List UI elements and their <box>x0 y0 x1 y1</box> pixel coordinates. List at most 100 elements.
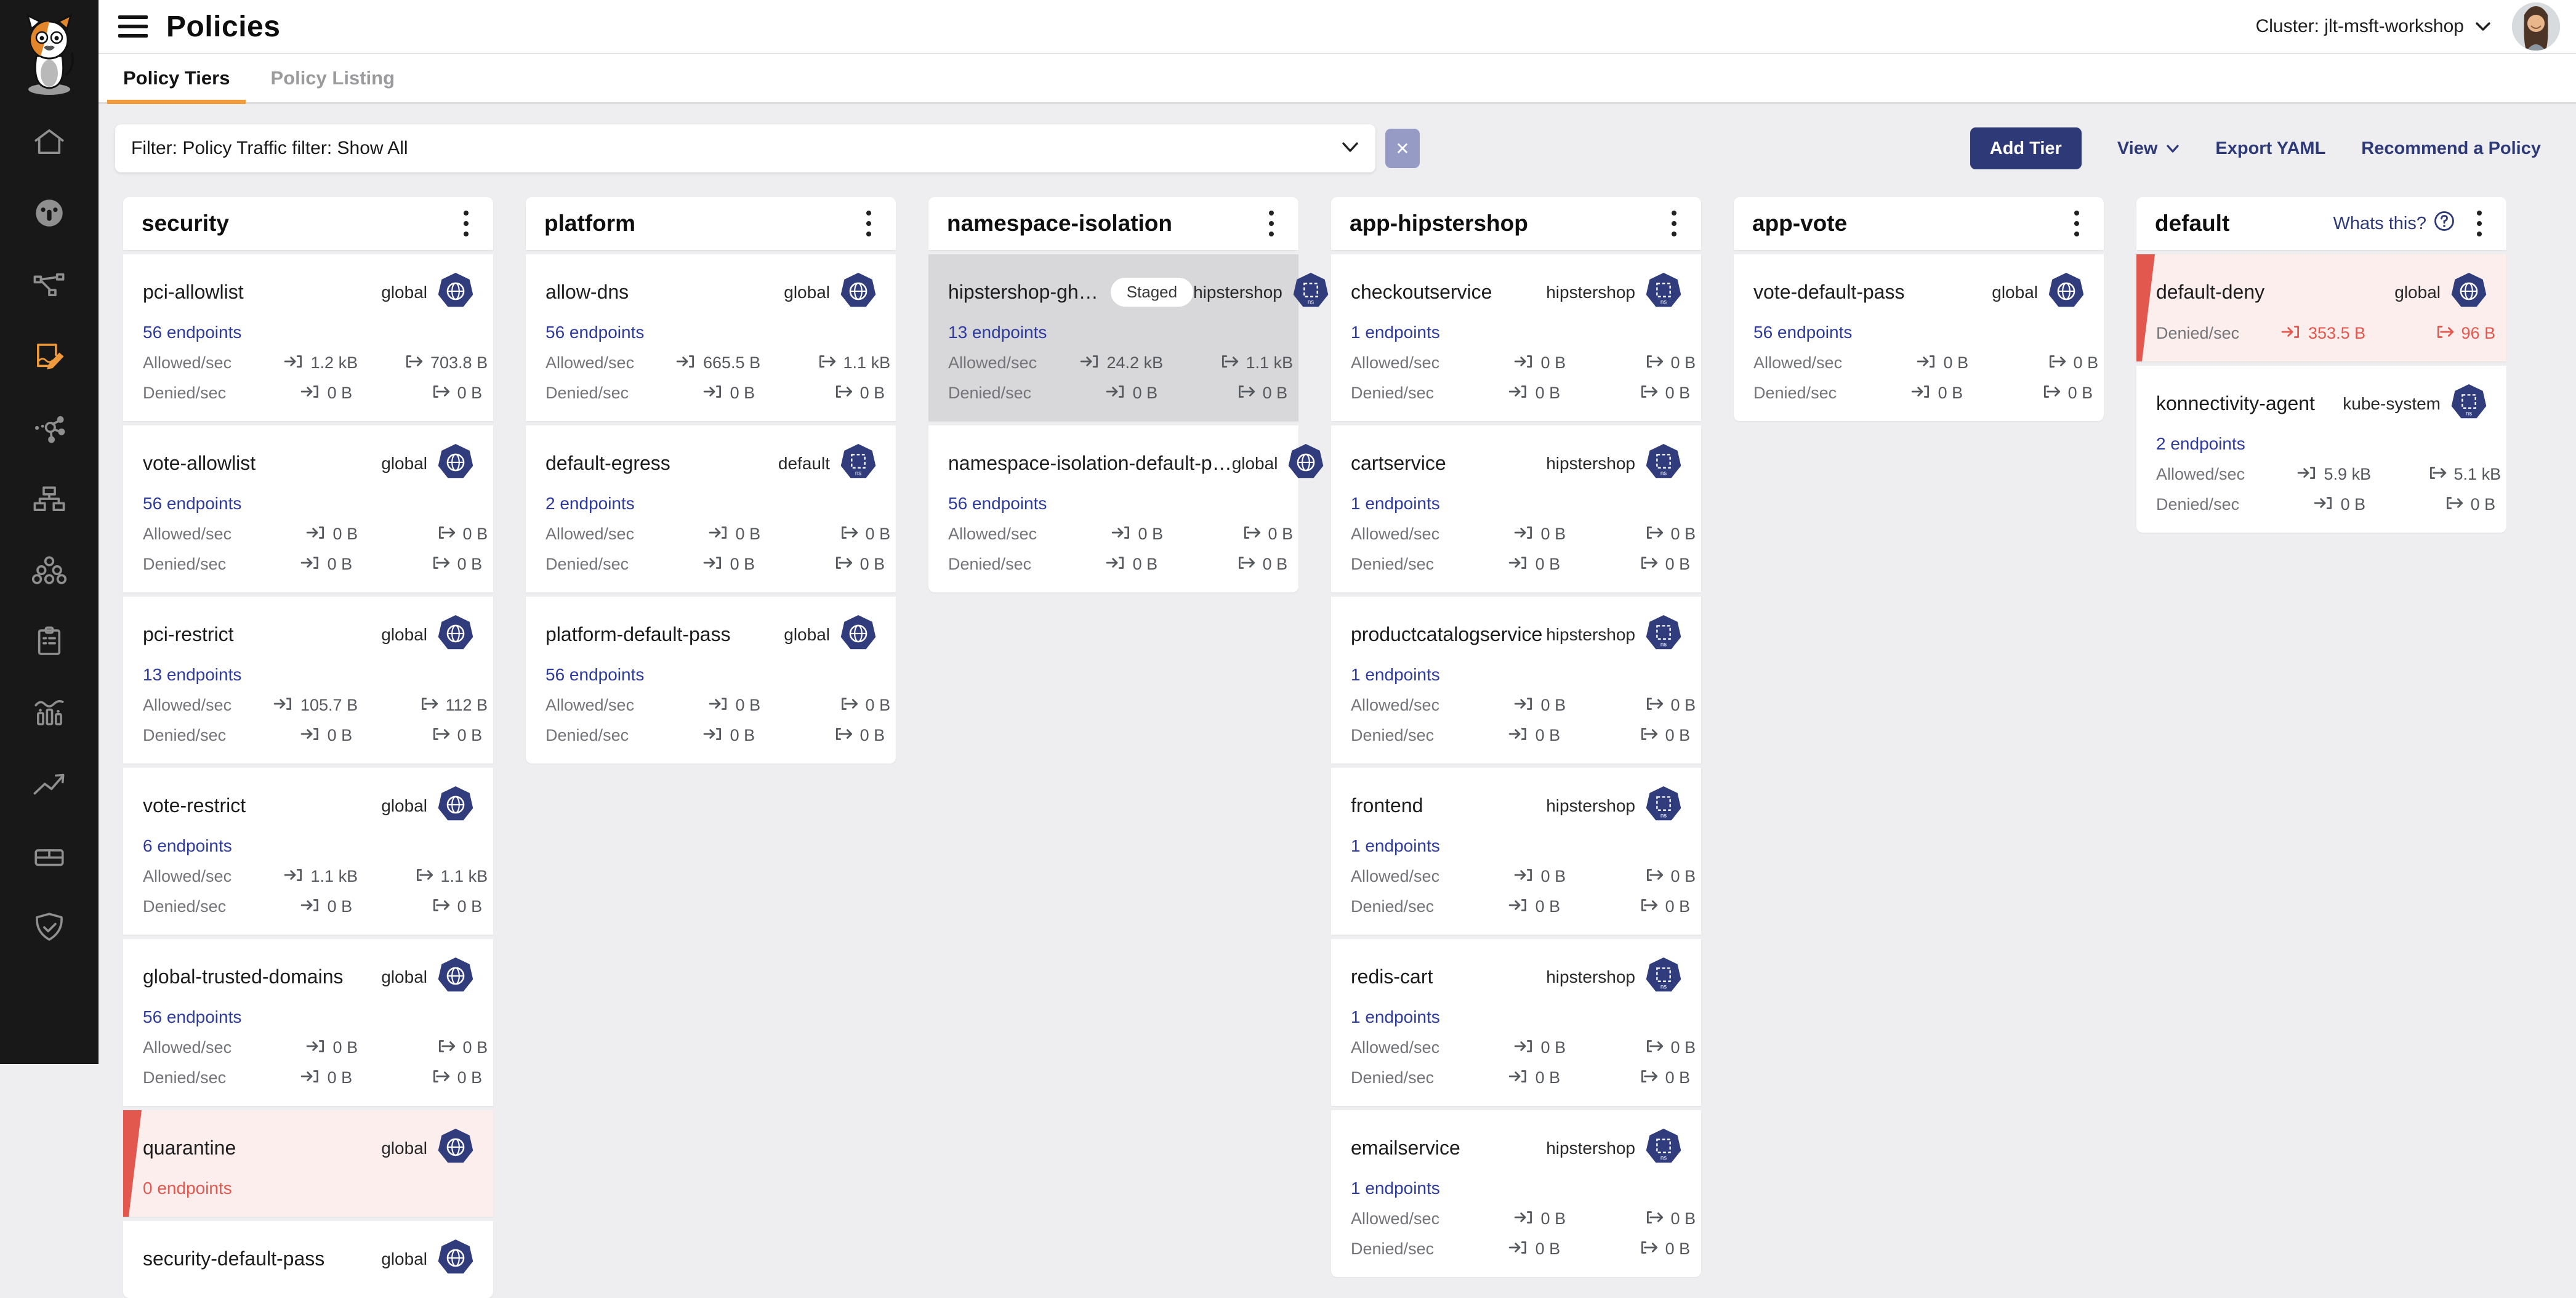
tab-policy-listing[interactable]: Policy Listing <box>254 54 411 102</box>
sidebar-item-policies[interactable] <box>30 337 69 377</box>
endpoints-link[interactable]: 0 endpoints <box>143 1179 232 1198</box>
endpoints-link[interactable]: 2 endpoints <box>545 494 635 514</box>
metric-row: Allowed/sec0 B0 B <box>545 696 877 715</box>
svg-text:ns: ns <box>855 470 861 477</box>
tier-menu-icon[interactable] <box>2064 208 2089 240</box>
arrow-in-icon <box>300 726 321 745</box>
sidebar-item-shield-check[interactable] <box>30 909 69 948</box>
policy-card-header: redis-carthipstershopns <box>1351 956 1683 998</box>
outbound-value: 0 B <box>1665 555 1691 574</box>
policy-card-cartservice[interactable]: cartservicehipstershopns1 endpointsAllow… <box>1331 425 1701 592</box>
sidebar-item-archive[interactable] <box>30 837 69 877</box>
policy-card-namespace-isolation-default-p[interactable]: namespace-isolation-default-p…global56 e… <box>928 425 1298 592</box>
tier-menu-icon[interactable] <box>856 208 881 240</box>
tier-menu-icon[interactable] <box>2467 208 2492 240</box>
policy-card-default-deny[interactable]: default-denyglobalDenied/sec353.5 B96 B <box>2136 254 2506 361</box>
clear-filter-button[interactable]: ✕ <box>1385 129 1420 168</box>
chevron-down-icon <box>2475 21 2491 32</box>
tier-menu-icon[interactable] <box>1662 208 1686 240</box>
policy-card-platform-default-pass[interactable]: platform-default-passglobal56 endpointsA… <box>526 597 896 764</box>
endpoints-link[interactable]: 56 endpoints <box>545 665 644 685</box>
global-scope-badge-icon <box>437 1238 475 1280</box>
sidebar-item-dashboard[interactable] <box>30 195 69 234</box>
policy-card-global-trusted-domains[interactable]: global-trusted-domainsglobal56 endpoints… <box>123 939 493 1106</box>
policy-card-redis-cart[interactable]: redis-carthipstershopns1 endpointsAllowe… <box>1331 939 1701 1106</box>
policy-card-vote-default-pass[interactable]: vote-default-passglobal56 endpointsAllow… <box>1734 254 2104 421</box>
outbound-value: 0 B <box>860 384 885 403</box>
endpoints-link[interactable]: 56 endpoints <box>545 323 644 342</box>
policy-card-vote-restrict[interactable]: vote-restrictglobal6 endpointsAllowed/se… <box>123 768 493 935</box>
policy-card-default-egress[interactable]: default-egressdefaultns2 endpointsAllowe… <box>526 425 896 592</box>
policy-card-header: cartservicehipstershopns <box>1351 443 1683 484</box>
namespace-scope-badge-icon: ns <box>1644 614 1683 655</box>
arrow-out-icon <box>419 696 440 715</box>
endpoints-link[interactable]: 1 endpoints <box>1351 494 1440 514</box>
arrow-in-icon <box>1508 1240 1529 1259</box>
policy-card-checkoutservice[interactable]: checkoutservicehipstershopns1 endpointsA… <box>1331 254 1701 421</box>
sidebar-item-service-graph[interactable] <box>30 266 69 305</box>
endpoints-link[interactable]: 13 endpoints <box>143 665 241 685</box>
sidebar-item-trends[interactable] <box>30 766 69 805</box>
policy-card-quarantine[interactable]: quarantineglobal 0 endpoints <box>123 1110 493 1217</box>
policy-card-allow-dns[interactable]: allow-dnsglobal56 endpointsAllowed/sec66… <box>526 254 896 421</box>
endpoints-link[interactable]: 56 endpoints <box>143 323 241 342</box>
user-avatar[interactable] <box>2512 2 2560 50</box>
menu-icon[interactable] <box>118 15 148 38</box>
endpoints-link[interactable]: 1 endpoints <box>1351 323 1440 342</box>
tab-bar: Policy Tiers Policy Listing <box>99 54 2576 104</box>
metric-label: Denied/sec <box>948 384 1031 403</box>
tier-column-default: defaultWhats this?default-denyglobalDeni… <box>2136 197 2506 533</box>
alert-ribbon <box>123 1110 142 1217</box>
tier-column-app-vote: app-votevote-default-passglobal56 endpoi… <box>1734 197 2104 421</box>
metric-row: Denied/sec0 B0 B <box>1351 384 1683 403</box>
policy-card-vote-allowlist[interactable]: vote-allowlistglobal56 endpointsAllowed/… <box>123 425 493 592</box>
endpoints-link[interactable]: 1 endpoints <box>1351 836 1440 856</box>
endpoints-link[interactable]: 1 endpoints <box>1351 665 1440 685</box>
endpoints-link[interactable]: 13 endpoints <box>948 323 1047 342</box>
tier-menu-icon[interactable] <box>1259 208 1284 240</box>
inbound-value: 0 B <box>730 555 755 574</box>
metric-row: Allowed/sec0 B0 B <box>1351 1209 1683 1228</box>
policy-card-pci-allowlist[interactable]: pci-allowlistglobal56 endpointsAllowed/s… <box>123 254 493 421</box>
arrow-out-icon <box>1638 897 1659 916</box>
sidebar-item-clusters[interactable] <box>30 552 69 591</box>
cluster-selector[interactable]: Cluster: jlt-msft-workshop <box>2256 16 2491 37</box>
policy-card-pci-restrict[interactable]: pci-restrictglobal13 endpointsAllowed/se… <box>123 597 493 764</box>
endpoints-link[interactable]: 1 endpoints <box>1351 1179 1440 1198</box>
outbound-value: 0 B <box>457 1068 483 1087</box>
top-bar: Policies Cluster: jlt-msft-workshop <box>99 0 2576 54</box>
policy-scope-label: global <box>381 1249 427 1269</box>
endpoints-link[interactable]: 56 endpoints <box>948 494 1047 514</box>
policy-card-hipstershop-gh[interactable]: hipstershop-gh…Stagedhipstershopns13 end… <box>928 254 1298 421</box>
endpoints-link[interactable]: 56 endpoints <box>143 1007 241 1027</box>
policy-traffic-filter[interactable]: Filter: Policy Traffic filter: Show All <box>115 124 1375 172</box>
arrow-out-icon <box>1638 1068 1659 1087</box>
policy-card-security-default-pass[interactable]: security-default-passglobal <box>123 1221 493 1298</box>
tab-policy-tiers[interactable]: Policy Tiers <box>107 54 246 102</box>
endpoints-link[interactable]: 56 endpoints <box>143 494 241 514</box>
policy-card-productcatalogservice[interactable]: productcatalogservicehipstershopns1 endp… <box>1331 597 1701 764</box>
recommend-policy-button[interactable]: Recommend a Policy <box>2361 139 2541 159</box>
sidebar-item-compliance-reports[interactable] <box>30 623 69 663</box>
export-yaml-button[interactable]: Export YAML <box>2215 139 2325 159</box>
policy-card-header: security-default-passglobal <box>143 1238 475 1280</box>
arrow-out-icon <box>839 696 859 715</box>
endpoints-link[interactable]: 6 endpoints <box>143 836 232 856</box>
sidebar-item-topology[interactable] <box>30 480 69 520</box>
endpoints-link[interactable]: 1 endpoints <box>1351 1007 1440 1027</box>
endpoints-link[interactable]: 56 endpoints <box>1753 323 1852 342</box>
add-tier-button[interactable]: Add Tier <box>1970 127 2082 169</box>
policy-card-header: quarantineglobal <box>143 1127 475 1169</box>
sidebar-item-logs[interactable] <box>30 695 69 734</box>
view-button[interactable]: View <box>2117 139 2180 159</box>
sidebar-item-endpoints[interactable] <box>30 409 69 448</box>
tier-menu-icon[interactable] <box>454 208 478 240</box>
policy-card-emailservice[interactable]: emailservicehipstershopns1 endpointsAllo… <box>1331 1110 1701 1277</box>
endpoints-link[interactable]: 2 endpoints <box>2156 434 2245 454</box>
policy-card-frontend[interactable]: frontendhipstershopns1 endpointsAllowed/… <box>1331 768 1701 935</box>
metric-label: Allowed/sec <box>948 525 1037 544</box>
calico-cat-logo[interactable] <box>13 9 86 101</box>
whats-this-link[interactable]: Whats this? <box>2333 211 2455 236</box>
policy-card-konnectivity-agent[interactable]: konnectivity-agentkube-systemns2 endpoin… <box>2136 366 2506 533</box>
sidebar-item-home[interactable] <box>30 123 69 163</box>
